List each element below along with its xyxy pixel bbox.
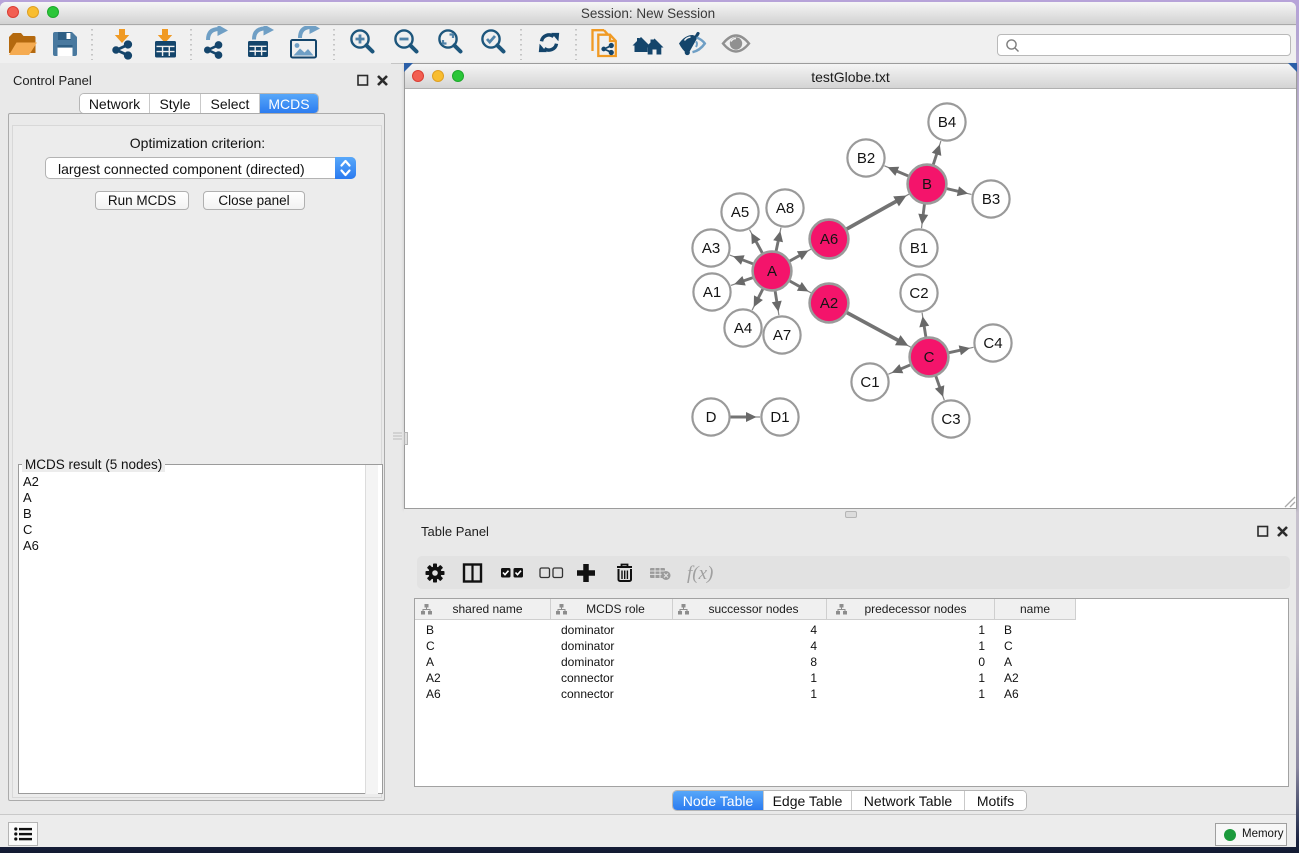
svg-text:C3: C3 [941,411,960,428]
svg-text:A: A [767,263,777,280]
svg-text:A4: A4 [734,320,752,337]
svg-text:A6: A6 [820,231,838,248]
svg-text:B2: B2 [857,150,875,167]
svg-text:A7: A7 [773,327,791,344]
svg-text:C4: C4 [983,335,1002,352]
svg-text:A5: A5 [731,204,749,221]
svg-text:A1: A1 [703,284,721,301]
svg-text:B1: B1 [910,240,928,257]
svg-text:B4: B4 [938,114,956,131]
svg-text:A2: A2 [820,295,838,312]
svg-text:B3: B3 [982,191,1000,208]
svg-text:C1: C1 [860,374,879,391]
svg-text:A8: A8 [776,200,794,217]
svg-text:D1: D1 [770,409,789,426]
svg-text:D: D [706,409,717,426]
svg-text:B: B [922,176,932,193]
svg-text:C: C [924,349,935,366]
svg-text:A3: A3 [702,240,720,257]
svg-text:C2: C2 [909,285,928,302]
svg-text:f(x): f(x) [687,563,713,584]
